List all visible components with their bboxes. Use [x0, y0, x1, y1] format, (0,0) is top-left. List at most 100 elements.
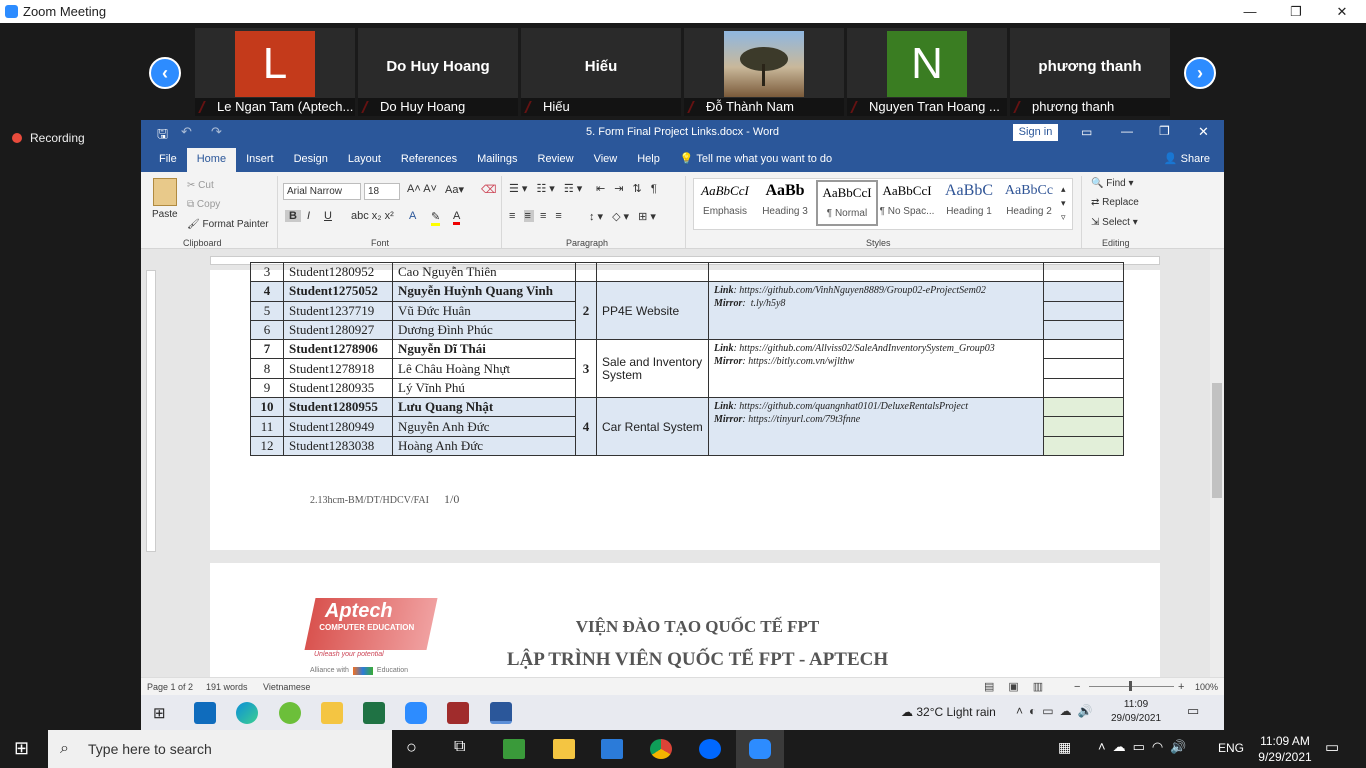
text-effects-icon[interactable]: A: [409, 210, 416, 222]
excel-icon[interactable]: [363, 702, 385, 724]
outlook-icon[interactable]: [194, 702, 216, 724]
style-normal[interactable]: AaBbCcI ¶ Normal: [816, 180, 878, 226]
view-mode-icons[interactable]: ▤▣▥: [984, 680, 1057, 693]
zoom-slider-thumb[interactable]: [1129, 681, 1132, 691]
replace-button[interactable]: ⇄ Replace: [1091, 197, 1139, 208]
tab-mailings[interactable]: Mailings: [467, 148, 527, 172]
tab-layout[interactable]: Layout: [338, 148, 391, 172]
tab-references[interactable]: References: [391, 148, 467, 172]
select-button[interactable]: ⇲ Select ▾: [1091, 217, 1138, 228]
style-heading-2[interactable]: AaBbCc Heading 2: [998, 180, 1060, 226]
chrome-icon[interactable]: [650, 739, 672, 759]
participant-tile[interactable]: phương thanh phương thanh: [1010, 28, 1170, 116]
snipping-tool-icon[interactable]: [503, 739, 525, 759]
line-spacing-icon[interactable]: ↕▾ ◇▾ ⊞▾: [589, 210, 659, 223]
share-button[interactable]: 👤 Share: [1154, 148, 1220, 172]
participant-tile[interactable]: Đỗ Thành Nam: [684, 28, 844, 116]
gallery-next-button[interactable]: ›: [1184, 57, 1216, 89]
indent-icon[interactable]: ⇤ ⇥ ⇅ ¶: [596, 182, 660, 195]
weather-widget[interactable]: ☁ 32°C Light rain: [901, 705, 996, 719]
gallery-prev-button[interactable]: ‹: [149, 57, 181, 89]
vertical-scrollbar[interactable]: [1210, 250, 1224, 677]
keyboard-icon[interactable]: ▦: [1058, 739, 1071, 756]
ribbon-display-icon[interactable]: ▭: [1081, 125, 1092, 139]
zalo-icon[interactable]: [699, 739, 721, 759]
style-emphasis[interactable]: AaBbCcI Emphasis: [694, 180, 756, 226]
zoom-in-icon[interactable]: +: [1178, 681, 1184, 693]
action-center-icon[interactable]: ▭: [1325, 738, 1339, 756]
word-count[interactable]: 191 words: [206, 682, 248, 692]
document-page[interactable]: Aptech COMPUTER EDUCATION Unleash your p…: [210, 563, 1160, 683]
remote-clock[interactable]: 11:09 29/09/2021: [1111, 698, 1161, 726]
styles-scroll-icon[interactable]: ▴ ▾ ▿: [1061, 182, 1066, 224]
change-case-icon[interactable]: Aa▾: [445, 183, 464, 196]
cortana-icon[interactable]: ○: [406, 737, 417, 758]
scroll-thumb[interactable]: [1212, 383, 1222, 498]
minimize-button[interactable]: —: [1227, 0, 1273, 23]
file-explorer-icon[interactable]: [321, 702, 343, 724]
app-icon[interactable]: [279, 702, 301, 724]
close-button[interactable]: ✕: [1319, 0, 1365, 23]
taskbar-clock[interactable]: 11:09 AM 9/29/2021: [1255, 733, 1315, 765]
style-heading-1[interactable]: AaBbC Heading 1: [938, 180, 1000, 226]
sign-in-button[interactable]: Sign in: [1013, 124, 1058, 141]
tab-insert[interactable]: Insert: [236, 148, 284, 172]
participant-tile[interactable]: Do Huy Hoang Do Huy Hoang: [358, 28, 518, 116]
start-button[interactable]: ⊞: [14, 738, 29, 759]
tab-review[interactable]: Review: [528, 148, 584, 172]
word-maximize-button[interactable]: ❐: [1159, 124, 1170, 138]
participant-tile[interactable]: L Le Ngan Tam (Aptech...: [195, 28, 355, 116]
font-family-select[interactable]: Arial Narrow: [283, 183, 361, 200]
format-painter-button[interactable]: 🖌 Format Painter: [187, 219, 269, 230]
winrar-icon[interactable]: [447, 702, 469, 724]
input-language[interactable]: ENG: [1218, 741, 1244, 755]
clear-formatting-icon[interactable]: ⌫: [481, 183, 497, 196]
recording-indicator[interactable]: Recording: [12, 131, 85, 145]
bullets-icon[interactable]: ☰▾ ☷▾ ☶▾: [509, 182, 585, 195]
zoom-app-icon[interactable]: [405, 702, 427, 724]
tab-home[interactable]: Home: [186, 148, 237, 172]
strikethrough-icon[interactable]: abc x₂ x²: [351, 210, 394, 222]
style-heading-3[interactable]: AaBb Heading 3: [754, 180, 816, 226]
language[interactable]: Vietnamese: [263, 682, 310, 692]
tab-design[interactable]: Design: [284, 148, 338, 172]
grow-font-icon[interactable]: A˄ A˅: [407, 183, 437, 195]
tab-view[interactable]: View: [584, 148, 628, 172]
cut-button[interactable]: ✂ Cut: [187, 180, 214, 191]
tray-icons[interactable]: ˄◐▭☁🔊: [1016, 704, 1099, 718]
style-no-spacing[interactable]: AaBbCcI ¶ No Spac...: [876, 180, 938, 226]
highlight-icon[interactable]: ✎: [431, 210, 441, 226]
zoom-out-icon[interactable]: −: [1074, 681, 1080, 693]
font-size-select[interactable]: 18: [364, 183, 400, 200]
file-explorer-icon[interactable]: [553, 739, 575, 759]
find-button[interactable]: 🔍 Find ▾: [1091, 178, 1134, 189]
align-icons[interactable]: ≡ ≡ ≡ ≡: [509, 210, 565, 222]
windows-icon[interactable]: ⊞: [153, 704, 166, 722]
tell-me-box[interactable]: 💡 Tell me what you want to do: [670, 148, 842, 172]
underline-button[interactable]: U: [324, 210, 332, 222]
paste-button[interactable]: Paste: [152, 209, 178, 220]
zoom-taskbar-button[interactable]: [736, 730, 784, 768]
participant-tile[interactable]: N Nguyen Tran Hoang ...: [847, 28, 1007, 116]
zoom-level[interactable]: 100%: [1195, 682, 1218, 692]
maximize-button[interactable]: ❐: [1273, 0, 1319, 23]
notification-icon[interactable]: ▭: [1187, 703, 1199, 719]
italic-button[interactable]: I: [307, 210, 310, 222]
font-color-icon[interactable]: A: [453, 210, 461, 225]
bold-button[interactable]: B: [285, 210, 301, 222]
participant-tile[interactable]: Hiếu Hiếu: [521, 28, 681, 116]
tab-help[interactable]: Help: [627, 148, 670, 172]
task-view-icon[interactable]: ⧉: [454, 738, 465, 756]
word-minimize-button[interactable]: —: [1121, 124, 1133, 138]
word-close-button[interactable]: ✕: [1198, 124, 1209, 140]
copy-button[interactable]: ⧉ Copy: [187, 199, 220, 210]
document-page[interactable]: 3 Student1280952 Cao Nguyễn Thiên 4 Stud…: [210, 261, 1160, 550]
vscode-icon[interactable]: [601, 739, 623, 759]
taskbar-search-input[interactable]: ⌕ Type here to search: [48, 730, 392, 768]
word-app-icon[interactable]: [490, 702, 512, 724]
edge-icon[interactable]: [236, 702, 258, 724]
tab-file[interactable]: File: [149, 148, 187, 172]
paste-icon[interactable]: [153, 178, 177, 206]
page-count[interactable]: Page 1 of 2: [147, 682, 193, 692]
vertical-ruler[interactable]: [146, 270, 156, 552]
